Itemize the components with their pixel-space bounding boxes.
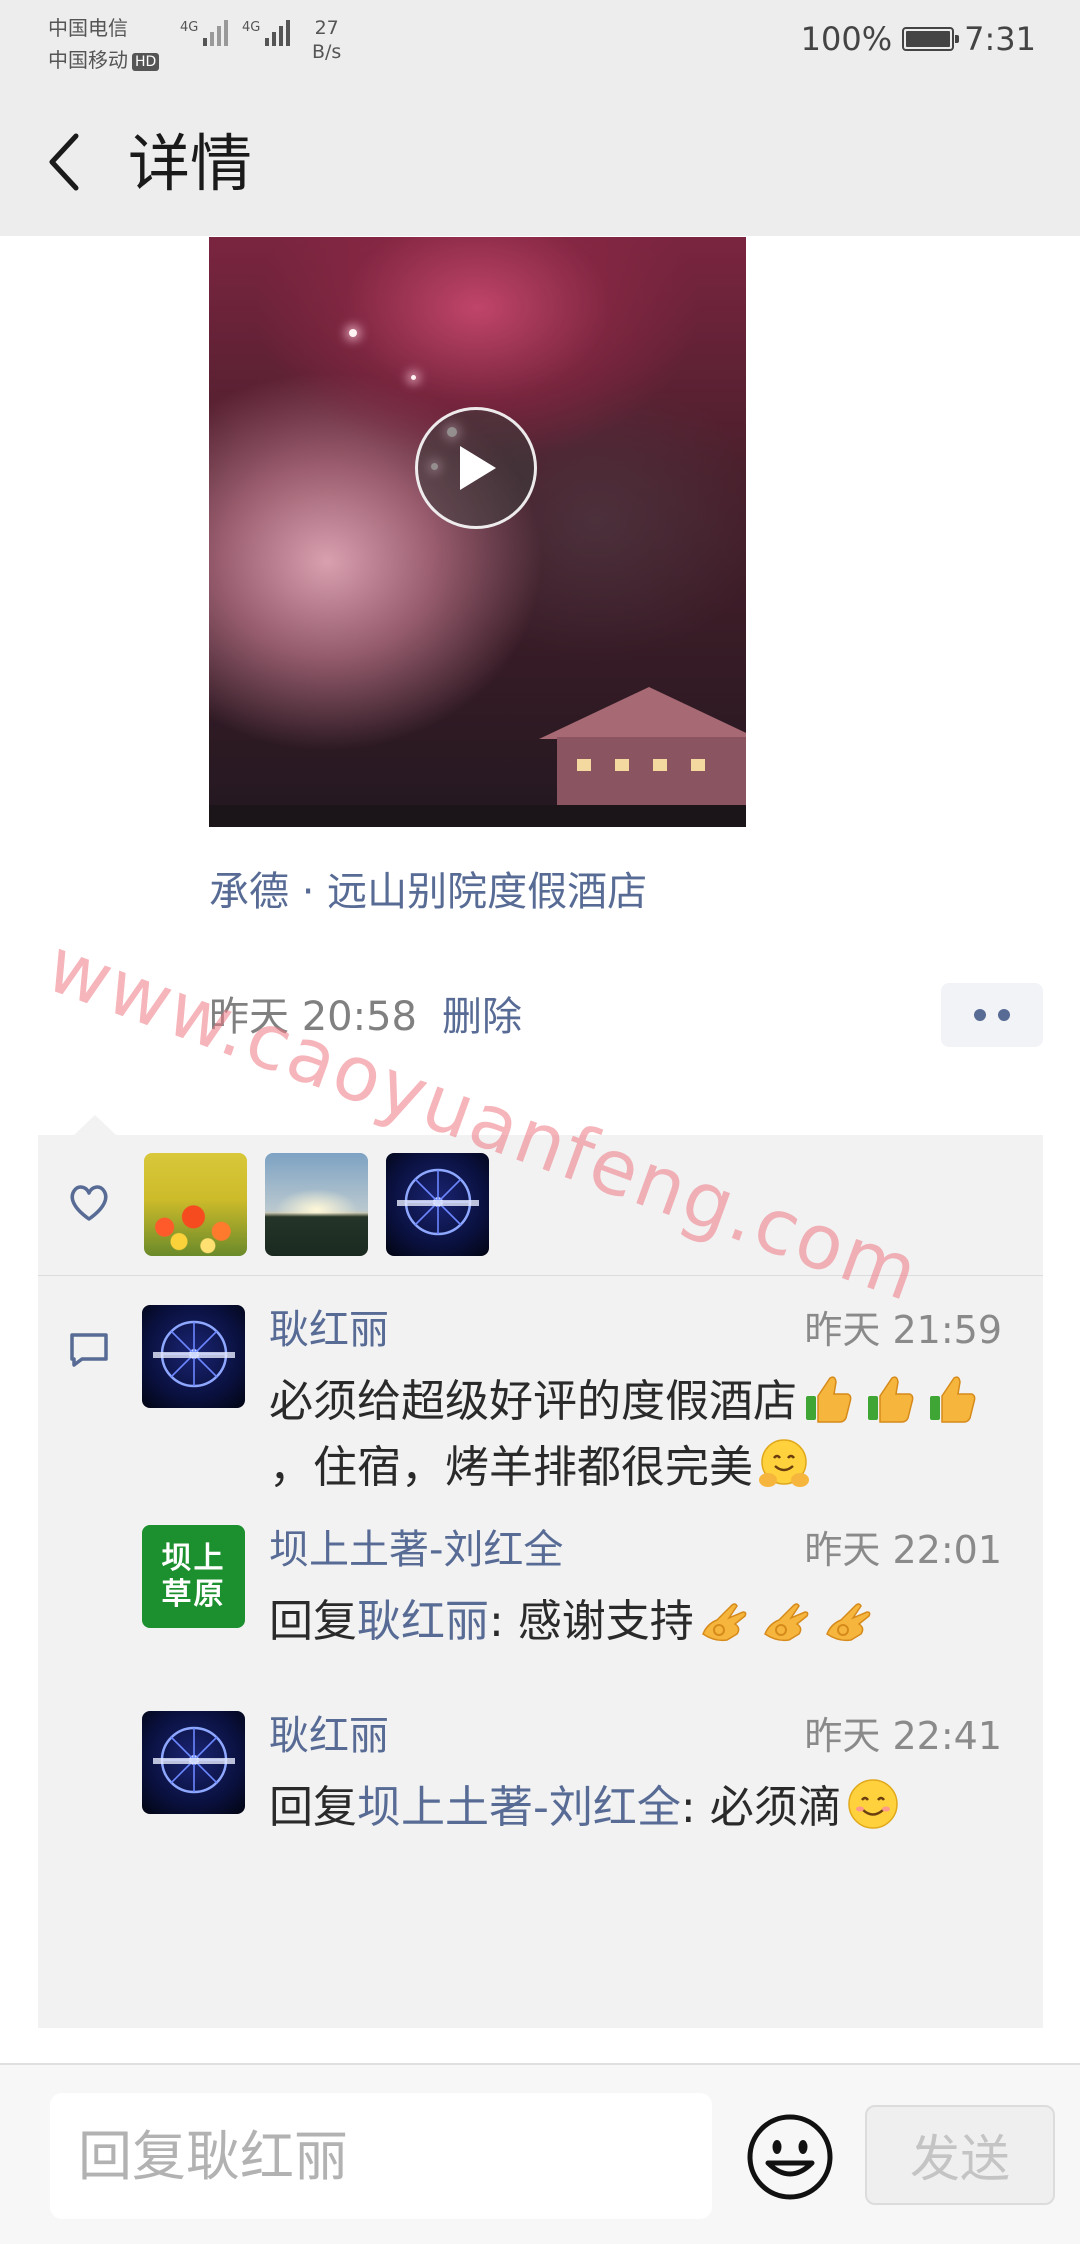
interaction-panel: 耿红丽 昨天 21:59 必须给超级好评的度假酒店，住宿，烤羊排都很完美 坝上 … xyxy=(38,1115,1043,2028)
comment-time: 昨天 22:01 xyxy=(804,1528,1002,1572)
page-title: 详情 xyxy=(128,127,253,200)
battery-percent: 100% xyxy=(800,20,893,58)
video-thumbnail[interactable] xyxy=(209,237,746,827)
comment-author[interactable]: 耿红丽 xyxy=(269,1709,389,1763)
comment-item[interactable]: 耿红丽 昨天 22:41 回复坝上土著-刘红全: 必须滴 xyxy=(142,1711,1022,1911)
nav-bar: 详情 xyxy=(0,86,1080,236)
ok-hand-emoji xyxy=(701,1603,747,1642)
thumbs-up-emoji xyxy=(868,1376,914,1423)
building xyxy=(539,687,746,739)
ferris-wheel-avatar[interactable] xyxy=(386,1153,489,1256)
comment-author[interactable]: 坝上土著-刘红全 xyxy=(269,1523,563,1577)
grassland-avatar[interactable]: 坝上 草原 xyxy=(142,1525,245,1628)
emoji-icon[interactable] xyxy=(742,2109,838,2205)
carrier-2: 中国移动 xyxy=(48,48,128,72)
ferris-wheel-avatar[interactable] xyxy=(142,1305,245,1408)
clock: 7:31 xyxy=(964,20,1036,58)
flowers-avatar[interactable] xyxy=(144,1153,247,1256)
status-bar: 中国电信 中国移动 HD 4G 4G 27 B/s 100% 7:31 xyxy=(0,0,1080,86)
thumbs-up-emoji xyxy=(930,1376,976,1423)
carrier-info: 中国电信 中国移动 HD xyxy=(48,12,160,76)
reply-bar: 发送 xyxy=(0,2063,1080,2244)
hd-badge: HD xyxy=(132,52,160,71)
ferris-wheel-avatar[interactable] xyxy=(142,1711,245,1814)
comment-text: 回复耿红丽: 感谢支持 xyxy=(269,1589,1004,1655)
network-type-1: 4G xyxy=(180,20,199,35)
hugging-face-emoji xyxy=(759,1439,809,1487)
send-button[interactable]: 发送 xyxy=(865,2105,1055,2205)
post-time: 昨天 20:58 xyxy=(209,994,417,1040)
reply-input[interactable] xyxy=(50,2093,712,2219)
comment-text: 必须给超级好评的度假酒店，住宿，烤羊排都很完美 xyxy=(269,1369,1004,1501)
battery-icon xyxy=(902,27,960,51)
more-dots-icon[interactable] xyxy=(941,983,1043,1047)
ok-hand-emoji xyxy=(825,1603,871,1642)
chevron-left-icon[interactable] xyxy=(36,124,92,200)
play-icon[interactable] xyxy=(415,407,537,529)
delete-link[interactable]: 删除 xyxy=(442,990,522,1044)
carrier-1: 中国电信 xyxy=(48,16,128,40)
comment-item[interactable]: 坝上 草原 坝上土著-刘红全 昨天 22:01 回复耿红丽: 感谢支持 xyxy=(142,1523,1022,1647)
thumbs-up-emoji xyxy=(806,1376,852,1423)
signal-icon: 4G xyxy=(180,20,229,46)
status-right: 100% 7:31 xyxy=(801,20,1036,58)
reply-target-link[interactable]: 耿红丽 xyxy=(357,1596,489,1647)
heart-icon xyxy=(68,1183,110,1227)
comment-text: 回复坝上土著-刘红全: 必须滴 xyxy=(269,1775,1004,1841)
comment-time: 昨天 21:59 xyxy=(804,1308,1002,1352)
ok-hand-emoji xyxy=(763,1603,809,1642)
reply-target-link[interactable]: 坝上土著-刘红全 xyxy=(357,1782,681,1833)
comment-author[interactable]: 耿红丽 xyxy=(269,1303,389,1357)
comment-item[interactable]: 耿红丽 昨天 21:59 必须给超级好评的度假酒店，住宿，烤羊排都很完美 xyxy=(142,1305,1022,1545)
comment-icon xyxy=(68,1331,110,1373)
signal-icon: 4G xyxy=(242,20,291,46)
smiling-face-emoji xyxy=(847,1779,898,1829)
comment-time: 昨天 22:41 xyxy=(804,1714,1002,1758)
network-speed: 27 B/s xyxy=(312,17,342,63)
landscape-avatar[interactable] xyxy=(265,1153,368,1256)
likes-row xyxy=(38,1135,1043,1275)
network-type-2: 4G xyxy=(242,20,261,35)
location-link[interactable]: 承德 · 远山别院度假酒店 xyxy=(209,866,647,918)
